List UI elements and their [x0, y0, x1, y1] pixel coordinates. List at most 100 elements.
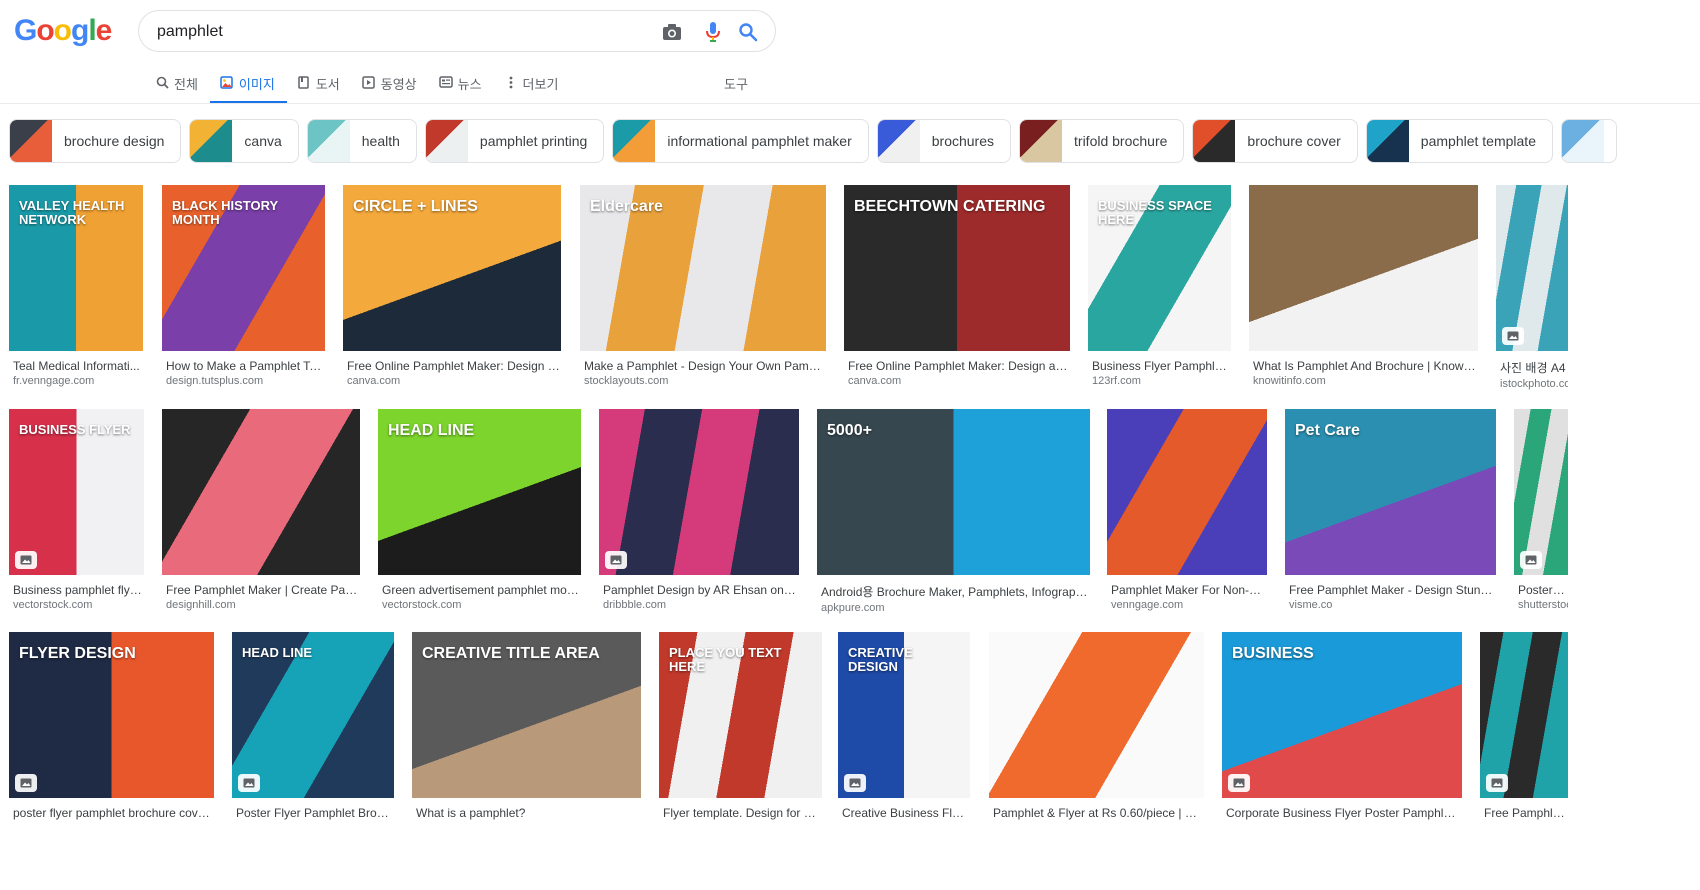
image-result[interactable]: CREATIVE TITLE AREA What is a pamphlet? — [412, 632, 641, 820]
result-title[interactable]: What Is Pamphlet And Brochure | Know It … — [1253, 359, 1478, 373]
result-thumbnail[interactable]: BUSINESS — [1222, 632, 1462, 798]
related-search-chip[interactable]: trifold brochure — [1019, 119, 1185, 163]
result-title[interactable]: How to Make a Pamphlet Te... — [166, 359, 325, 373]
related-search-chip[interactable]: brochure design — [9, 119, 182, 163]
related-search-chip[interactable]: pamphlet template — [1365, 119, 1553, 163]
related-search-chip[interactable]: informational pamphlet maker — [612, 119, 869, 163]
result-thumbnail[interactable]: CREATIVE DESIGN — [838, 632, 970, 798]
result-title[interactable]: Free Pamphlet Maker - Design Stunnin... — [1289, 583, 1496, 597]
result-thumbnail[interactable]: FLYER DESIGN — [9, 632, 214, 798]
tab-book[interactable]: 도서 — [297, 70, 340, 104]
image-result[interactable]: BUSINESS SPACE HERE Business Flyer Pamphl… — [1088, 185, 1231, 387]
result-thumbnail[interactable]: BLACK HISTORY MONTH — [162, 185, 325, 351]
result-title[interactable]: Pamphlet Maker For Non-De... — [1111, 583, 1267, 597]
result-thumbnail[interactable] — [162, 409, 360, 575]
result-title[interactable]: Poster Flyer Pamphlet Broch... — [236, 806, 394, 820]
image-result[interactable]: VALLEY HEALTH NETWORK Teal Medical Inform… — [9, 185, 143, 387]
result-title[interactable]: poster flyer pamphlet brochure cover... — [13, 806, 214, 820]
search-input[interactable] — [157, 20, 627, 44]
result-thumbnail[interactable]: CIRCLE + LINES — [343, 185, 561, 351]
image-result[interactable]: BUSINESS FLYER Business pamphlet flye... v… — [9, 409, 144, 611]
related-search-chip[interactable]: health — [306, 119, 417, 163]
result-title[interactable]: Business Flyer Pamphlet ... — [1092, 359, 1231, 373]
result-title[interactable]: Free Pamphlet Maker | Create Pam... — [166, 583, 360, 597]
result-title[interactable]: Poster Fly — [1518, 583, 1568, 597]
result-thumbnail[interactable] — [1480, 632, 1568, 798]
image-result[interactable]: 5000+ Android용 Brochure Maker, Pamphlets,… — [817, 409, 1090, 614]
tab-more-vert[interactable]: 더보기 — [504, 70, 558, 104]
result-title[interactable]: Teal Medical Informati... — [13, 359, 143, 373]
image-result[interactable]: 사진 배경 A4 istockphoto.co — [1496, 185, 1568, 390]
tab-news[interactable]: 뉴스 — [438, 70, 482, 104]
camera-icon[interactable] — [661, 21, 683, 43]
image-result[interactable]: PLACE YOU TEXT HERE Flyer template. Desig… — [659, 632, 822, 820]
result-title[interactable]: Make a Pamphlet - Design Your Own Pamphl… — [584, 359, 826, 373]
microphone-icon[interactable] — [702, 21, 724, 43]
result-thumbnail[interactable] — [1514, 409, 1568, 575]
tab-video[interactable]: 동영상 — [362, 70, 417, 104]
result-thumbnail[interactable]: PLACE YOU TEXT HERE — [659, 632, 822, 798]
image-result[interactable]: Pamphlet Maker For Non-De... venngage.com — [1107, 409, 1267, 611]
image-result[interactable]: HEAD LINE Green advertisement pamphlet mo… — [378, 409, 581, 611]
image-result[interactable]: CIRCLE + LINES Free Online Pamphlet Maker… — [343, 185, 561, 387]
image-result[interactable]: CREATIVE DESIGN Creative Business Flyer..… — [838, 632, 970, 820]
search-icon[interactable] — [737, 21, 759, 43]
book-icon — [297, 75, 311, 89]
result-thumbnail[interactable]: HEAD LINE — [232, 632, 394, 798]
related-search-chip[interactable] — [1560, 119, 1617, 163]
result-source: dribbble.com — [603, 599, 666, 611]
image-result[interactable]: BLACK HISTORY MONTH How to Make a Pamphle… — [162, 185, 325, 387]
result-thumbnail[interactable] — [1107, 409, 1267, 575]
image-result[interactable]: What Is Pamphlet And Brochure | Know It … — [1249, 185, 1478, 387]
image-result[interactable]: HEAD LINE Poster Flyer Pamphlet Broch... — [232, 632, 394, 820]
image-result[interactable]: Free Pamphlet Maker | Create Pam... desig… — [162, 409, 360, 611]
tools-button[interactable]: 도구 — [724, 74, 748, 93]
tab-label: 뉴스 — [457, 77, 482, 92]
result-title[interactable]: 사진 배경 A4 — [1500, 359, 1568, 376]
result-title[interactable]: Creative Business Flyer... — [842, 806, 970, 820]
image-result[interactable]: BEECHTOWN CATERING Free Online Pamphlet M… — [844, 185, 1070, 387]
image-result[interactable]: Eldercare Make a Pamphlet - Design Your O… — [580, 185, 826, 387]
tab-search[interactable]: 전체 — [155, 70, 198, 104]
related-search-chip[interactable]: pamphlet printing — [424, 119, 605, 163]
result-thumbnail[interactable]: Pet Care — [1285, 409, 1496, 575]
result-source: shutterstoc — [1518, 599, 1568, 611]
image-result[interactable]: Pamphlet & Flyer at Rs 0.60/piece | C.T.… — [989, 632, 1204, 820]
result-title[interactable]: Free Pamphlet T — [1484, 806, 1568, 820]
image-result[interactable]: BUSINESS Corporate Business Flyer Poster … — [1222, 632, 1462, 820]
result-thumbnail[interactable] — [1496, 185, 1568, 351]
image-result[interactable]: Pamphlet Design by AR Ehsan on Dr... drib… — [599, 409, 799, 611]
result-thumbnail[interactable] — [1249, 185, 1478, 351]
result-title[interactable]: Android용 Brochure Maker, Pamphlets, Info… — [821, 583, 1090, 600]
related-search-chip[interactable]: canva — [189, 119, 299, 163]
result-title[interactable]: Free Online Pamphlet Maker: Design a ... — [347, 359, 561, 373]
result-thumbnail[interactable] — [599, 409, 799, 575]
result-title[interactable]: Green advertisement pamphlet mod... — [382, 583, 581, 597]
result-title[interactable]: Free Online Pamphlet Maker: Design a Cu.… — [848, 359, 1070, 373]
image-result[interactable]: FLYER DESIGN poster flyer pamphlet brochu… — [9, 632, 214, 820]
image-result[interactable]: Poster Fly shutterstoc — [1514, 409, 1568, 611]
related-search-chip[interactable]: brochures — [876, 119, 1012, 163]
result-title[interactable]: Pamphlet & Flyer at Rs 0.60/piece | C.T.… — [993, 806, 1204, 820]
result-title[interactable]: What is a pamphlet? — [416, 806, 641, 820]
image-result[interactable]: Free Pamphlet T — [1480, 632, 1568, 820]
google-logo[interactable]: Google — [14, 14, 112, 48]
result-thumbnail[interactable]: VALLEY HEALTH NETWORK — [9, 185, 143, 351]
result-title[interactable]: Business pamphlet flye... — [13, 583, 144, 597]
related-search-chip[interactable]: brochure cover — [1192, 119, 1358, 163]
result-thumbnail[interactable]: BUSINESS FLYER — [9, 409, 144, 575]
tab-image[interactable]: 이미지 — [209, 70, 287, 104]
result-thumbnail[interactable]: BUSINESS SPACE HERE — [1088, 185, 1231, 351]
chip-label: health — [361, 133, 400, 149]
result-thumbnail[interactable]: CREATIVE TITLE AREA — [412, 632, 641, 798]
result-thumbnail[interactable]: 5000+ — [817, 409, 1090, 575]
result-thumbnail[interactable] — [989, 632, 1204, 798]
result-thumbnail[interactable]: Eldercare — [580, 185, 826, 351]
result-title[interactable]: Flyer template. Design for a ... — [663, 806, 822, 820]
image-badge-icon — [1228, 774, 1250, 792]
result-thumbnail[interactable]: HEAD LINE — [378, 409, 581, 575]
result-thumbnail[interactable]: BEECHTOWN CATERING — [844, 185, 1070, 351]
result-title[interactable]: Pamphlet Design by AR Ehsan on Dr... — [603, 583, 799, 597]
result-title[interactable]: Corporate Business Flyer Poster Pamphlet… — [1226, 806, 1462, 820]
image-result[interactable]: Pet Care Free Pamphlet Maker - Design Stu… — [1285, 409, 1496, 611]
